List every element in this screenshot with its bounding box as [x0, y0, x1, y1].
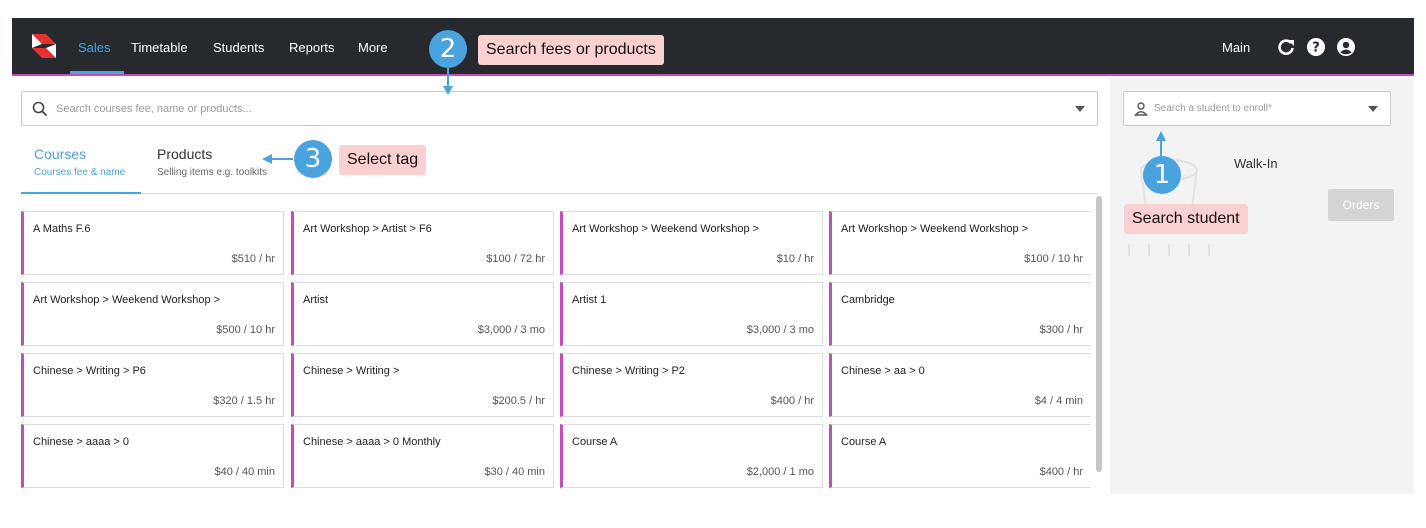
course-card[interactable]: Course A $2,000 / 1 mo	[560, 424, 823, 488]
tab-products-subtitle: Selling items e.g. toolkits	[157, 167, 268, 178]
course-name: Course A	[841, 436, 887, 448]
course-price: $4 / 4 min	[1034, 395, 1083, 407]
course-price: $300 / hr	[1039, 324, 1083, 336]
course-card[interactable]: Cambridge $300 / hr	[829, 282, 1091, 346]
student-search-box	[1123, 91, 1391, 126]
branch-selector[interactable]: Main	[1222, 40, 1250, 55]
tab-divider	[21, 193, 1098, 194]
course-card[interactable]: Chinese > aaaa > 0 $40 / 40 min	[21, 424, 284, 488]
course-card[interactable]: Art Workshop > Weekend Workshop > $10 / h…	[560, 211, 823, 275]
app: Sales Timetable Students Reports More Ma…	[0, 0, 1426, 528]
course-price: $100 / 72 hr	[486, 253, 545, 265]
course-card[interactable]: Art Workshop > Weekend Workshop > $500 / …	[21, 282, 284, 346]
course-price: $500 / 10 hr	[216, 324, 275, 336]
course-card[interactable]: Chinese > Writing > $200.5 / hr	[291, 353, 554, 417]
refresh-icon[interactable]	[1275, 36, 1297, 58]
course-name: Art Workshop > Artist > F6	[303, 223, 432, 235]
course-price: $400 / hr	[1039, 466, 1083, 478]
course-search-input[interactable]	[56, 92, 1056, 125]
course-card[interactable]: Art Workshop > Weekend Workshop > $100 / …	[829, 211, 1091, 275]
course-price: $30 / 40 min	[484, 466, 545, 478]
course-name: Art Workshop > Weekend Workshop >	[841, 223, 1029, 235]
course-price: $510 / hr	[231, 253, 275, 265]
chevron-down-icon[interactable]	[1368, 106, 1378, 112]
chevron-down-icon[interactable]	[1075, 106, 1085, 112]
course-price: $2,000 / 1 mo	[746, 466, 814, 478]
course-name: Cambridge	[841, 294, 895, 306]
annotation-badge-3: 3	[294, 140, 332, 178]
course-price: $400 / hr	[770, 395, 814, 407]
tab-products-title: Products	[157, 146, 213, 162]
top-nav-bar: Sales Timetable Students Reports More Ma…	[12, 18, 1414, 76]
course-name: Artist	[303, 294, 329, 306]
search-icon	[32, 101, 48, 117]
svg-text:?: ?	[1312, 41, 1320, 56]
course-price: $3,000 / 3 mo	[746, 324, 814, 336]
course-name: Chinese > Writing >	[303, 365, 400, 377]
annotation-badge-2: 2	[429, 30, 467, 68]
tab-courses-subtitle: Courses fee & name	[34, 167, 126, 178]
course-name: Art Workshop > Weekend Workshop >	[572, 223, 760, 235]
course-price: $10 / hr	[776, 253, 814, 265]
annotation-label-2: Search fees or products	[478, 35, 664, 65]
tab-courses[interactable]: Courses Courses fee & name	[34, 146, 125, 178]
course-grid: A Maths F.6 $510 / hr Art Workshop > Arti…	[21, 211, 1091, 493]
person-icon	[1133, 102, 1149, 116]
course-name: Chinese > aaaa > 0	[33, 436, 130, 448]
course-card[interactable]: Artist 1 $3,000 / 3 mo	[560, 282, 823, 346]
annotation-label-1: Search student	[1124, 204, 1248, 234]
orders-button[interactable]: Orders	[1328, 189, 1394, 221]
course-price: $100 / 10 hr	[1024, 253, 1083, 265]
course-card[interactable]: A Maths F.6 $510 / hr	[21, 211, 284, 275]
course-price: $200.5 / hr	[492, 395, 545, 407]
account-icon[interactable]	[1335, 36, 1357, 58]
watermark-illustration	[1128, 159, 1210, 256]
course-card[interactable]: Chinese > aa > 0 $4 / 4 min	[829, 353, 1091, 417]
nav-timetable[interactable]: Timetable	[131, 40, 188, 55]
course-name: Art Workshop > Weekend Workshop >	[33, 294, 221, 306]
tab-courses-title: Courses	[34, 146, 87, 162]
annotation-label-3: Select tag	[339, 145, 427, 175]
course-name: Chinese > aa > 0	[841, 365, 925, 377]
tab-active-indicator	[21, 192, 141, 194]
course-price: $40 / 40 min	[214, 466, 275, 478]
nav-active-indicator	[70, 71, 124, 74]
course-price: $320 / 1.5 hr	[213, 395, 275, 407]
nav-more[interactable]: More	[358, 40, 388, 55]
logo-icon[interactable]	[30, 32, 58, 60]
course-name: A Maths F.6	[33, 223, 91, 235]
course-search-box	[21, 91, 1098, 126]
course-name: Chinese > Writing > P2	[572, 365, 685, 377]
tab-products[interactable]: Products Selling items e.g. toolkits	[157, 146, 267, 178]
course-name: Chinese > Writing > P6	[33, 365, 146, 377]
course-card[interactable]: Chinese > Writing > P6 $320 / 1.5 hr	[21, 353, 284, 417]
cart-panel	[1110, 78, 1414, 494]
course-card[interactable]: Chinese > aaaa > 0 Monthly $30 / 40 min	[291, 424, 554, 488]
grid-scrollbar[interactable]	[1096, 196, 1102, 472]
course-card[interactable]: Artist $3,000 / 3 mo	[291, 282, 554, 346]
student-search-input[interactable]	[1154, 92, 1364, 125]
nav-reports[interactable]: Reports	[289, 40, 335, 55]
annotation-badge-1: 1	[1143, 156, 1181, 194]
course-name: Course A	[572, 436, 618, 448]
course-name: Chinese > aaaa > 0 Monthly	[303, 436, 441, 448]
course-card[interactable]: Chinese > Writing > P2 $400 / hr	[560, 353, 823, 417]
course-card[interactable]: Course A $400 / hr	[829, 424, 1091, 488]
course-price: $3,000 / 3 mo	[477, 324, 545, 336]
nav-sales[interactable]: Sales	[78, 40, 111, 55]
nav-students[interactable]: Students	[213, 40, 264, 55]
help-icon[interactable]: ?	[1305, 36, 1327, 58]
walk-in-label: Walk-In	[1234, 156, 1278, 171]
course-name: Artist 1	[572, 294, 607, 306]
course-card[interactable]: Art Workshop > Artist > F6 $100 / 72 hr	[291, 211, 554, 275]
